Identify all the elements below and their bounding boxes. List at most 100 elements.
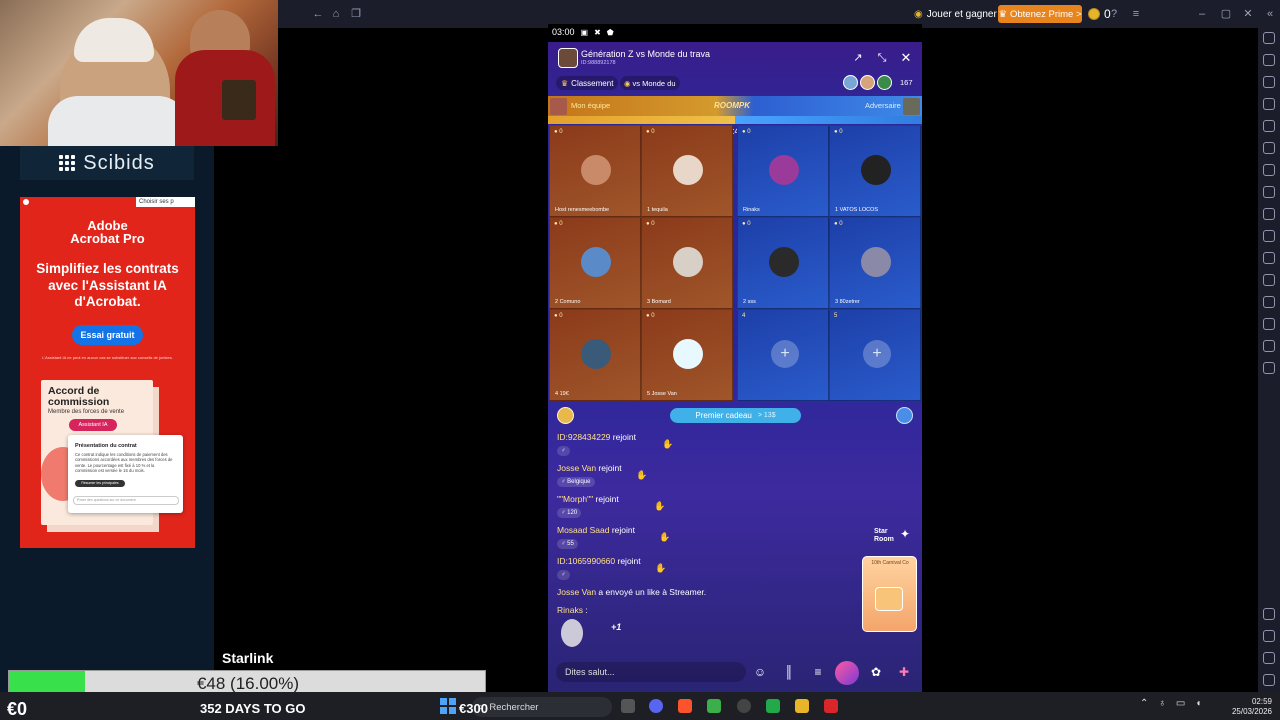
network-icon[interactable]: ▭ (1176, 698, 1185, 709)
wave-icon[interactable]: ✋ (654, 502, 665, 511)
rotate-icon[interactable] (1263, 142, 1275, 154)
wave-icon[interactable]: ✋ (659, 533, 670, 542)
keyboard-icon[interactable] (1263, 98, 1275, 110)
coin-counter[interactable]: 0 (1088, 5, 1111, 23)
taskbar-clock[interactable]: 02:59 25/03/2026 (1220, 697, 1272, 717)
brave-icon[interactable] (678, 699, 692, 713)
mic-seat[interactable]: ● 0 Rinaks (737, 125, 829, 217)
task-view-icon[interactable] (621, 699, 635, 713)
chat-message[interactable]: ID:1065990660 rejoint (557, 556, 641, 566)
media-folder-icon[interactable] (1263, 252, 1275, 264)
play-store-icon[interactable] (707, 699, 721, 713)
ad-ai-badge: Assistant IA (69, 419, 117, 431)
screenshot-icon[interactable] (1263, 230, 1275, 242)
mic-seat[interactable]: 4 + (737, 309, 829, 401)
android-home-icon[interactable] (1263, 652, 1275, 664)
mic-seat[interactable]: ● 0 Host renesmeebombe (549, 125, 641, 217)
android-recents-icon[interactable] (1263, 674, 1275, 686)
record-icon[interactable] (1263, 120, 1275, 132)
mic-seat[interactable]: ● 0 1 tequila (641, 125, 733, 217)
chat-message[interactable]: Josse Van a envoyé un like à Streamer. (557, 587, 706, 597)
ad-cta-button[interactable]: Essai gratuit (72, 325, 143, 345)
gift-button[interactable] (835, 661, 859, 685)
minimize-room-icon[interactable]: ⤡ (876, 52, 888, 64)
mic-seat[interactable]: ● 0 3 Bomard (641, 217, 733, 309)
collapse-icon[interactable]: « (1264, 8, 1276, 20)
ranking-button[interactable]: ♛ Classement (556, 76, 619, 90)
youtube-icon[interactable] (824, 699, 838, 713)
seat-username: Host renesmeebombe (555, 207, 610, 213)
discord-icon[interactable] (649, 699, 663, 713)
fullscreen-icon[interactable] (1263, 32, 1275, 44)
chat-message[interactable]: ID:928434229 rejoint (557, 432, 636, 442)
volume-icon[interactable] (1263, 54, 1275, 66)
mic-icon[interactable]: ║ (782, 665, 796, 679)
mic-seat[interactable]: ● 0 2 sss (737, 217, 829, 309)
layers-icon[interactable] (1263, 340, 1275, 352)
multitask-icon[interactable]: ❐ (350, 8, 362, 20)
ad-choices-label[interactable]: Choisir ses p (136, 197, 195, 207)
event-icon[interactable] (896, 407, 913, 424)
play-and-win-button[interactable]: ◉ Jouer et gagner (914, 5, 997, 23)
wave-icon[interactable]: ✋ (662, 440, 673, 449)
ad-disclaimer: L'Assistant IA ne peut en aucun cas se s… (42, 355, 173, 360)
emoji-icon[interactable]: ☺ (753, 665, 767, 679)
home-icon[interactable]: ⌂ (330, 8, 342, 20)
chat-message[interactable]: Mosaad Saad rejoint (557, 525, 635, 535)
opponent-avatar[interactable] (903, 98, 920, 115)
multi-instance-icon[interactable] (1263, 208, 1275, 220)
hamburger-icon[interactable]: ≡ (1130, 8, 1142, 20)
star-room-button[interactable]: Star Room (874, 528, 894, 544)
settings-icon[interactable] (1263, 608, 1275, 620)
windows-start-icon[interactable] (440, 698, 456, 714)
chat-input[interactable]: Dites salut... (556, 663, 746, 681)
mic-seat[interactable]: ● 0 5 Josse Van (641, 309, 733, 401)
android-back-icon[interactable] (1263, 630, 1275, 642)
mic-seat[interactable]: 5 + (829, 309, 921, 401)
mic-seat[interactable]: ● 0 3 80zetrer (829, 217, 921, 309)
ad-info-icon[interactable] (23, 199, 29, 205)
adobe-ad[interactable]: Choisir ses p Adobe Acrobat Pro Simplifi… (20, 197, 195, 548)
wave-icon[interactable]: ✋ (636, 471, 647, 480)
minimize-icon[interactable]: – (1196, 8, 1208, 20)
speaker-icon[interactable]: ◖ (1195, 698, 1201, 709)
viewer-count[interactable]: 167 (900, 78, 913, 87)
viewer-avatar[interactable] (843, 75, 858, 90)
wave-icon[interactable]: ✋ (655, 564, 666, 573)
present-icon[interactable]: ✚ (897, 665, 911, 679)
bluestacks-icon[interactable] (795, 699, 809, 713)
obs-icon[interactable] (737, 699, 751, 713)
first-gift-bar[interactable]: Premier cadeau > 13$ (670, 408, 801, 423)
display-icon[interactable] (1263, 76, 1275, 88)
maximize-icon[interactable]: ▢ (1220, 8, 1232, 20)
taskbar-search[interactable]: ⌕ Rechercher (472, 697, 612, 717)
room-avatar[interactable] (558, 48, 578, 68)
mic-seat[interactable]: ● 0 1 VATOS LOCOS (829, 125, 921, 217)
shake-icon[interactable] (1263, 274, 1275, 286)
location-icon[interactable] (1263, 318, 1275, 330)
close-window-icon[interactable]: ✕ (1242, 8, 1254, 20)
mic-seat[interactable]: ● 0 4 19€ (549, 309, 641, 401)
chat-message[interactable]: ""Morph"" rejoint (557, 494, 619, 504)
viewer-avatar[interactable] (877, 75, 892, 90)
my-team-avatar[interactable] (550, 98, 567, 115)
mic-seat[interactable]: ● 0 2 Comuno (549, 217, 641, 309)
gamepad-controls-icon[interactable] (1263, 164, 1275, 176)
microphone-icon[interactable]: ♁ (1158, 698, 1166, 709)
close-room-icon[interactable]: ✕ (900, 51, 912, 64)
chat-message[interactable]: Josse Van rejoint (557, 463, 622, 473)
menu-icon[interactable]: ≡ (811, 665, 825, 679)
chat-message[interactable]: Rinaks : (557, 605, 588, 615)
macro-icon[interactable] (1263, 186, 1275, 198)
tray-chevron-icon[interactable]: ⌃ (1140, 698, 1148, 709)
spreadsheet-icon[interactable] (766, 699, 780, 713)
get-prime-button[interactable]: ♛ Obtenez Prime > (998, 5, 1082, 23)
sync-icon[interactable] (1263, 362, 1275, 374)
back-icon[interactable]: ← (312, 8, 324, 20)
gift-chest-icon[interactable] (557, 407, 574, 424)
share-icon[interactable]: ↗ (852, 52, 864, 64)
topic-marquee[interactable]: ◉ vs Monde du (620, 76, 680, 90)
viewer-avatar[interactable] (860, 75, 875, 90)
eco-mode-icon[interactable] (1263, 296, 1275, 308)
game-icon[interactable]: ✿ (869, 665, 883, 679)
